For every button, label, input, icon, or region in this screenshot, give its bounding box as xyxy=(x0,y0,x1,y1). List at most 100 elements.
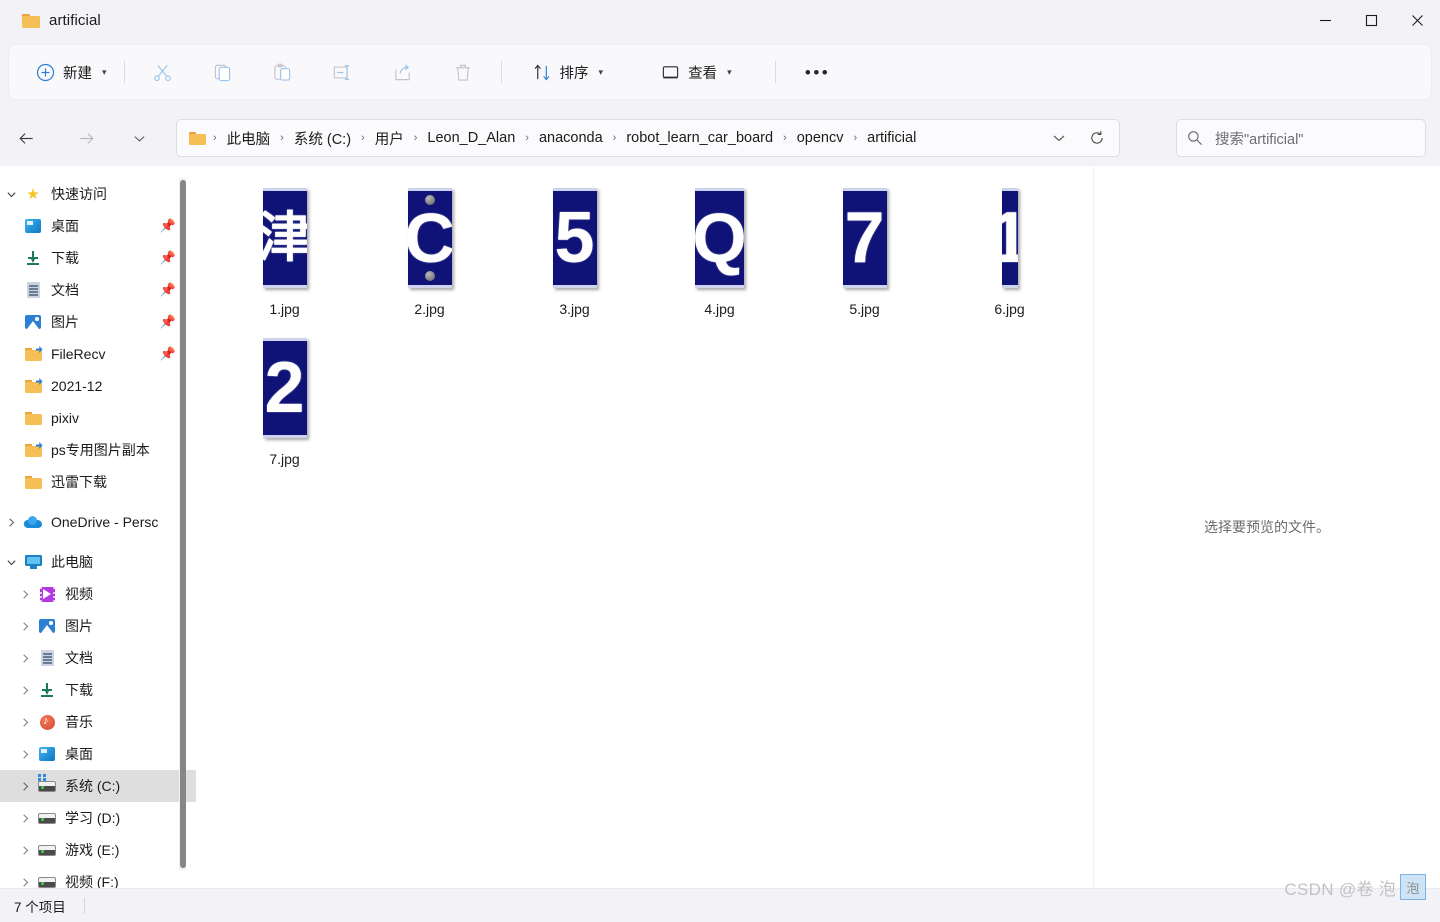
address-dropdown-button[interactable] xyxy=(1043,123,1075,153)
chevron-right-icon[interactable] xyxy=(14,813,36,824)
file-tile[interactable]: 2 7.jpg xyxy=(212,326,357,476)
sidebar-item-drive-c[interactable]: 系统 (C:) xyxy=(0,770,196,802)
navigation-pane[interactable]: ★ 快速访问 桌面 📌 下载 📌 文档 📌 图片 📌 FileRecv 📌 20… xyxy=(0,166,196,888)
sidebar-item-filerecv[interactable]: FileRecv 📌 xyxy=(0,338,196,370)
chevron-down-icon: ▾ xyxy=(598,66,604,77)
share-button[interactable] xyxy=(383,55,423,89)
chevron-down-icon[interactable] xyxy=(0,189,22,200)
chevron-right-icon[interactable] xyxy=(14,781,36,792)
breadcrumb-item-3[interactable]: Leon_D_Alan xyxy=(421,127,521,149)
breadcrumb-item-6[interactable]: opencv xyxy=(791,127,850,149)
pin-icon[interactable]: 📌 xyxy=(160,250,176,266)
sidebar-item-this-pc[interactable]: 此电脑 xyxy=(0,546,196,578)
minimize-button[interactable] xyxy=(1302,0,1348,40)
license-plate-image: 2 xyxy=(262,338,307,438)
sidebar-label: 下载 xyxy=(51,250,79,266)
chevron-right-icon[interactable] xyxy=(14,717,36,728)
see-more-button[interactable]: ••• xyxy=(798,55,838,89)
sidebar-item-quick-access[interactable]: ★ 快速访问 xyxy=(0,178,196,210)
file-tile[interactable]: 5 3.jpg xyxy=(502,176,647,326)
license-plate-image: 1 xyxy=(1001,188,1018,288)
sidebar-item-2021-12[interactable]: 2021-12 xyxy=(0,370,196,402)
folder-sync-icon xyxy=(22,442,44,457)
pin-icon[interactable]: 📌 xyxy=(160,282,176,298)
chevron-down-icon[interactable] xyxy=(0,557,22,568)
maximize-button[interactable] xyxy=(1348,0,1394,40)
file-tile[interactable]: 7 5.jpg xyxy=(792,176,937,326)
delete-button[interactable] xyxy=(443,55,483,89)
chevron-right-icon[interactable] xyxy=(14,845,36,856)
file-tile[interactable]: Q 4.jpg xyxy=(647,176,792,326)
sidebar-item-drive-d[interactable]: 学习 (D:) xyxy=(0,802,196,834)
sidebar-item-documents[interactable]: 文档 📌 xyxy=(0,274,196,306)
watermark-badge: 泡 xyxy=(1400,874,1426,900)
title-bar: artificial xyxy=(0,0,1440,40)
search-input[interactable]: 搜索"artificial" xyxy=(1176,119,1426,157)
rename-button[interactable] xyxy=(323,55,363,89)
chevron-right-icon[interactable] xyxy=(14,621,36,632)
sidebar-item-videos[interactable]: 视频 xyxy=(0,578,196,610)
pin-icon[interactable]: 📌 xyxy=(160,314,176,330)
sidebar-item-downloads[interactable]: 下载 📌 xyxy=(0,242,196,274)
breadcrumb-item-5[interactable]: robot_learn_car_board xyxy=(620,127,779,149)
view-button[interactable]: 查看 ▾ xyxy=(652,55,741,89)
paste-button[interactable] xyxy=(263,55,303,89)
file-tile[interactable]: 津 1.jpg xyxy=(212,176,357,326)
forward-button[interactable] xyxy=(69,121,103,155)
breadcrumb-item-7[interactable]: artificial xyxy=(861,127,922,149)
file-list-view[interactable]: 津 1.jpg C 2.jpg 5 3.jpg Q 4.jpg 7 5.jpg 1 6.jpg 2 7.j… xyxy=(196,166,1093,888)
pin-icon[interactable]: 📌 xyxy=(160,346,176,362)
cut-button[interactable] xyxy=(143,55,183,89)
new-button[interactable]: 新建 ▾ xyxy=(27,55,116,89)
pin-icon[interactable]: 📌 xyxy=(160,218,176,234)
search-placeholder: 搜索"artificial" xyxy=(1215,131,1304,148)
license-plate-image: 5 xyxy=(552,188,597,288)
sidebar-item-xunlei[interactable]: 迅雷下载 xyxy=(0,466,196,498)
file-tile[interactable]: 1 6.jpg xyxy=(937,176,1082,326)
chevron-right-icon[interactable] xyxy=(14,749,36,760)
plate-character: 5 xyxy=(554,198,595,278)
sidebar-item-pc-pictures[interactable]: 图片 xyxy=(0,610,196,642)
ellipsis-icon: ••• xyxy=(804,62,831,82)
sidebar-item-desktop[interactable]: 桌面 📌 xyxy=(0,210,196,242)
address-bar[interactable]: › 此电脑 › 系统 (C:) › 用户 › Leon_D_Alan › ana… xyxy=(176,119,1120,157)
chevron-right-icon[interactable] xyxy=(0,517,22,528)
breadcrumb-item-2[interactable]: 用户 xyxy=(369,125,410,152)
copy-button[interactable] xyxy=(203,55,243,89)
rename-icon xyxy=(333,64,349,80)
file-tile[interactable]: C 2.jpg xyxy=(357,176,502,326)
sidebar-item-ps-copy[interactable]: ps专用图片副本 xyxy=(0,434,196,466)
recent-locations-button[interactable] xyxy=(122,121,156,155)
file-thumbnail: 1 xyxy=(956,184,1064,292)
folder-tab[interactable]: artificial xyxy=(18,3,111,37)
item-count-label: 7 个项目 xyxy=(14,899,66,915)
sidebar-item-music[interactable]: 音乐 xyxy=(0,706,196,738)
sidebar-item-pc-downloads[interactable]: 下载 xyxy=(0,674,196,706)
chevron-right-icon[interactable] xyxy=(14,685,36,696)
sort-button[interactable]: 排序 ▾ xyxy=(524,55,613,89)
breadcrumb-item-4[interactable]: anaconda xyxy=(533,127,609,149)
sidebar-label: 游戏 (E:) xyxy=(65,842,120,858)
sidebar-item-pc-documents[interactable]: 文档 xyxy=(0,642,196,674)
drive-icon xyxy=(36,812,58,824)
sidebar-item-onedrive[interactable]: OneDrive - Persc xyxy=(0,506,196,538)
sidebar-item-drive-f[interactable]: 视频 (F:) xyxy=(0,866,196,888)
chevron-right-icon[interactable] xyxy=(14,653,36,664)
refresh-button[interactable] xyxy=(1081,123,1113,153)
plate-character: 2 xyxy=(264,348,305,428)
close-button[interactable] xyxy=(1394,0,1440,40)
chevron-down-icon: ▾ xyxy=(102,66,107,77)
breadcrumb-item-1[interactable]: 系统 (C:) xyxy=(288,125,357,152)
sidebar-item-pictures[interactable]: 图片 📌 xyxy=(0,306,196,338)
chevron-right-icon[interactable] xyxy=(14,877,36,888)
sidebar-item-pixiv[interactable]: pixiv xyxy=(0,402,196,434)
chevron-right-icon[interactable] xyxy=(14,589,36,600)
folder-icon xyxy=(22,411,44,425)
desktop-icon xyxy=(22,219,44,233)
breadcrumb-item-0[interactable]: 此电脑 xyxy=(221,125,277,152)
back-button[interactable] xyxy=(9,121,43,155)
preview-empty-message: 选择要预览的文件。 xyxy=(1204,519,1330,535)
sidebar-scrollbar-thumb[interactable] xyxy=(180,180,186,868)
sidebar-item-pc-desktop[interactable]: 桌面 xyxy=(0,738,196,770)
sidebar-item-drive-e[interactable]: 游戏 (E:) xyxy=(0,834,196,866)
